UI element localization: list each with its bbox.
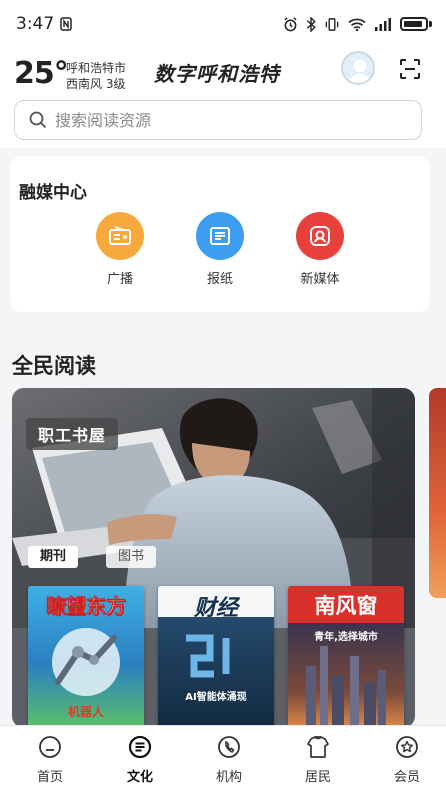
home-icon (39, 736, 61, 758)
weather-info: 呼和浩特市 西南风 3级 (66, 60, 126, 92)
scan-icon[interactable] (398, 57, 422, 81)
magazine-subtitle-1: 机器人 (67, 705, 104, 719)
ai-graphic (186, 634, 230, 678)
nav-item-member[interactable]: 会员 (372, 734, 442, 785)
wifi-icon (348, 18, 366, 31)
member-icon (396, 736, 418, 758)
nav-label-home: 首页 (36, 770, 63, 785)
avatar-icon (348, 59, 372, 83)
media-label-new-media: 新媒体 (300, 272, 340, 287)
tab-periodicals[interactable]: 期刊 (28, 546, 79, 568)
weather-temperature: 25° (14, 56, 69, 91)
search-bar[interactable] (14, 100, 422, 140)
media-item-newspaper[interactable]: 报纸 (180, 212, 260, 287)
resident-icon (307, 736, 329, 758)
reading-banner[interactable]: 职工书屋 期刊 图书 瞭望东方 机器人 财经 AI智能体涌现 南风窗 青年,选择… (12, 388, 415, 728)
nav-label-resident: 居民 (304, 770, 331, 785)
status-bar: 3:47 (0, 0, 446, 48)
search-input[interactable] (55, 110, 395, 130)
battery-icon (400, 17, 428, 31)
media-item-radio[interactable]: 广播 (80, 212, 160, 287)
search-icon (29, 111, 47, 129)
robot-illustration (52, 628, 120, 696)
next-banner-peek[interactable] (429, 388, 446, 598)
new-media-icon (296, 212, 344, 260)
nav-item-home[interactable]: 首页 (15, 734, 85, 785)
magazine-cover-2[interactable]: 财经 AI智能体涌现 (158, 586, 274, 728)
signal-icon (375, 18, 391, 31)
weather-wind: 西南风 3级 (66, 77, 126, 91)
magazine-title-3: 南风窗 (314, 594, 378, 618)
media-center-card: 融媒中心 广播 报纸 新媒体 (10, 156, 430, 312)
alarm-icon (284, 16, 297, 31)
weather-city: 呼和浩特市 (66, 61, 127, 75)
magazine-cover-1[interactable]: 瞭望东方 机器人 (28, 586, 144, 728)
vibrate-icon (325, 17, 339, 31)
nav-item-institution[interactable]: 机构 (194, 734, 264, 785)
status-time: 3:47 (16, 14, 55, 34)
magazine-subtitle-2: AI智能体涌现 (185, 692, 247, 703)
institution-icon (218, 736, 240, 758)
culture-icon (128, 735, 152, 759)
app-slogan: 数字呼和浩特 (154, 62, 280, 86)
media-item-new-media[interactable]: 新媒体 (280, 212, 360, 287)
banner-badge: 职工书屋 (26, 418, 119, 450)
n-badge-icon (60, 17, 72, 31)
nav-label-member: 会员 (393, 770, 420, 785)
magazine-subtitle-3: 青年,选择城市 (314, 632, 378, 643)
app-header: 25° 呼和浩特市 西南风 3级 数字呼和浩特 (0, 48, 446, 98)
nav-item-resident[interactable]: 居民 (283, 734, 353, 785)
tab-books[interactable]: 图书 (106, 546, 157, 568)
newspaper-icon (196, 212, 244, 260)
nav-label-culture: 文化 (126, 770, 153, 785)
nav-item-culture[interactable]: 文化 (105, 734, 175, 785)
user-avatar[interactable] (341, 51, 375, 85)
bottom-nav: 首页 文化 机构 居民 会员 (0, 725, 446, 793)
media-label-radio: 广播 (106, 272, 133, 287)
radio-icon (96, 212, 144, 260)
reading-section-title: 全民阅读 (12, 354, 96, 378)
magazine-title-1: 瞭望东方 (46, 594, 127, 619)
media-label-newspaper: 报纸 (206, 272, 233, 287)
media-center-title: 融媒中心 (19, 183, 87, 203)
magazine-title-2: 财经 (193, 596, 238, 621)
nav-label-institution: 机构 (215, 770, 242, 785)
magazine-cover-3[interactable]: 南风窗 青年,选择城市 (288, 586, 404, 728)
bluetooth-icon (306, 16, 316, 32)
